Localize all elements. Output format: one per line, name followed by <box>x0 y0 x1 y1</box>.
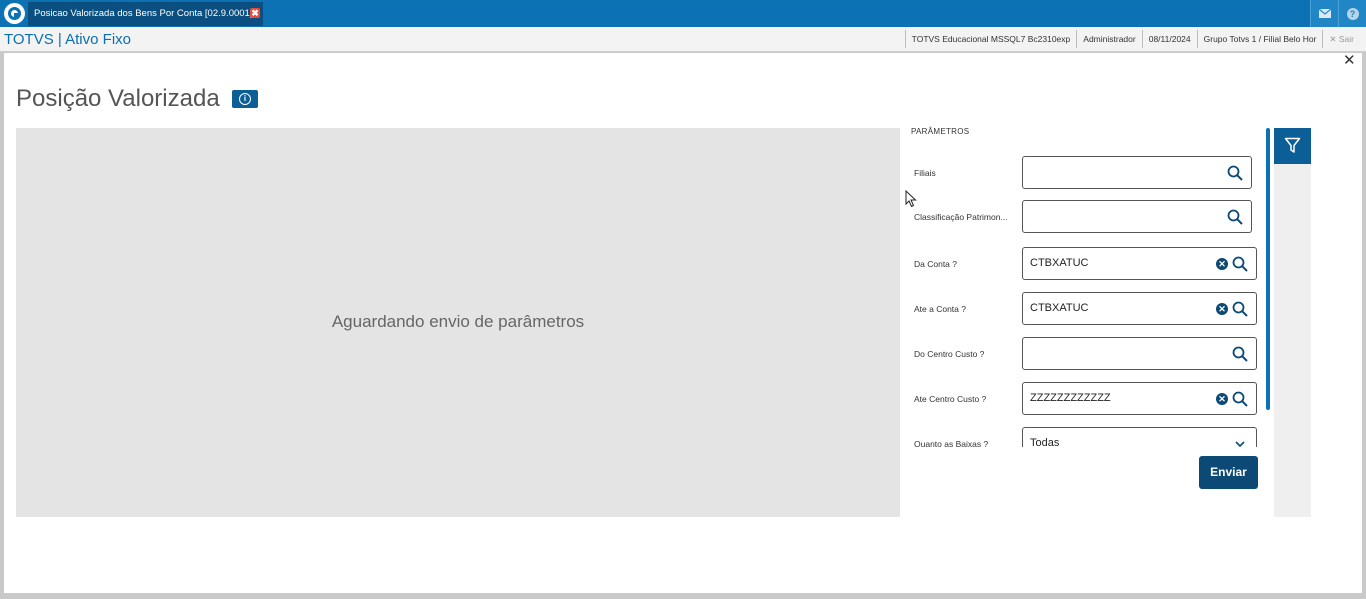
param-label: Quanto as Baixas ? <box>914 439 989 447</box>
clear-icon[interactable]: ✕ <box>1216 303 1228 315</box>
param-label: Da Conta ? <box>914 259 957 269</box>
report-preview-area: Aguardando envio de parâmetros <box>16 128 900 517</box>
mail-button[interactable] <box>1310 0 1338 27</box>
param-label: Ate Centro Custo ? <box>914 394 987 404</box>
filiais-input[interactable] <box>1022 156 1252 189</box>
search-icon[interactable] <box>1232 346 1248 362</box>
preview-message: Aguardando envio de parâmetros <box>331 312 585 331</box>
ate-centro-custo-input[interactable]: ZZZZZZZZZZZZ ✕ <box>1022 382 1257 415</box>
filter-icon <box>1284 137 1301 153</box>
ate-conta-input[interactable]: CTBXATUC ✕ <box>1022 292 1257 325</box>
param-label: Filiais <box>914 168 936 178</box>
do-centro-custo-input[interactable] <box>1022 337 1257 370</box>
clear-icon[interactable]: ✕ <box>1216 393 1228 405</box>
close-panel-icon[interactable]: ✕ <box>1343 53 1356 68</box>
main-panel: ✕ Posição Valorizada i Aguardando envio … <box>4 53 1362 593</box>
param-row-da-conta: Da Conta ? CTBXATUC ✕ <box>904 247 1262 281</box>
param-label: Ate a Conta ? <box>914 304 966 314</box>
help-icon: ? <box>1346 8 1359 20</box>
info-button[interactable]: i <box>232 90 258 108</box>
tab-posicao-valorizada[interactable]: Posicao Valorizada dos Bens Por Conta [0… <box>28 2 263 26</box>
param-label: Do Centro Custo ? <box>914 349 985 359</box>
param-value: ZZZZZZZZZZZZ <box>1030 392 1111 404</box>
mail-icon <box>1318 8 1331 18</box>
search-icon[interactable] <box>1232 391 1248 407</box>
filter-strip <box>1274 128 1311 517</box>
parameters-form[interactable]: Filiais Classificação Patrimon... Da Con… <box>904 141 1262 447</box>
param-value: Todas <box>1030 437 1060 447</box>
help-button[interactable]: ? <box>1338 0 1366 27</box>
clear-icon[interactable]: ✕ <box>1216 258 1228 270</box>
filter-button[interactable] <box>1274 128 1311 164</box>
date-label[interactable]: 08/11/2024 <box>1141 30 1197 48</box>
param-row-ate-conta: Ate a Conta ? CTBXATUC ✕ <box>904 292 1262 326</box>
app-title: TOTVS | Ativo Fixo <box>4 31 131 48</box>
da-conta-input[interactable]: CTBXATUC ✕ <box>1022 247 1257 280</box>
search-icon[interactable] <box>1227 209 1243 225</box>
param-row-quanto-baixas: Quanto as Baixas ? Todas <box>904 427 1262 447</box>
chevron-down-icon <box>1235 441 1245 447</box>
param-row-filiais: Filiais <box>904 156 1262 190</box>
param-row-classificacao: Classificação Patrimon... <box>904 200 1262 234</box>
branch-label[interactable]: Grupo Totvs 1 / Filial Belo Hor <box>1196 30 1323 48</box>
top-bar: Posicao Valorizada dos Bens Por Conta [0… <box>0 0 1366 27</box>
tab-close-icon[interactable]: ✖ <box>250 8 260 18</box>
parameters-scrollbar[interactable] <box>1266 128 1270 410</box>
page-title: Posição Valorizada <box>16 85 220 112</box>
mouse-cursor-icon <box>905 190 917 208</box>
app-header: TOTVS | Ativo Fixo TOTVS Educacional MSS… <box>0 27 1366 52</box>
user-label[interactable]: Administrador <box>1076 30 1141 48</box>
info-icon: i <box>239 93 251 105</box>
totvs-logo-icon[interactable] <box>4 3 25 24</box>
parameters-title: PARÂMETROS <box>911 127 970 136</box>
param-value: CTBXATUC <box>1030 257 1089 269</box>
param-row-do-centro-custo: Do Centro Custo ? <box>904 337 1262 371</box>
param-row-ate-centro-custo: Ate Centro Custo ? ZZZZZZZZZZZZ ✕ <box>904 382 1262 416</box>
search-icon[interactable] <box>1232 301 1248 317</box>
status-bar: TOTVS Educacional MSSQL7 Bc2310exp Admin… <box>904 30 1360 48</box>
param-label: Classificação Patrimon... <box>914 212 1008 222</box>
environment-label[interactable]: TOTVS Educacional MSSQL7 Bc2310exp <box>904 30 1077 48</box>
search-icon[interactable] <box>1232 256 1248 272</box>
search-icon[interactable] <box>1227 165 1243 181</box>
exit-button[interactable]: ✕ Sair <box>1322 30 1360 48</box>
tab-title: Posicao Valorizada dos Bens Por Conta [0… <box>34 8 253 19</box>
quanto-baixas-select[interactable]: Todas <box>1022 427 1257 447</box>
param-value: CTBXATUC <box>1030 302 1089 314</box>
send-button[interactable]: Enviar <box>1199 456 1258 489</box>
classificacao-input[interactable] <box>1022 200 1252 233</box>
